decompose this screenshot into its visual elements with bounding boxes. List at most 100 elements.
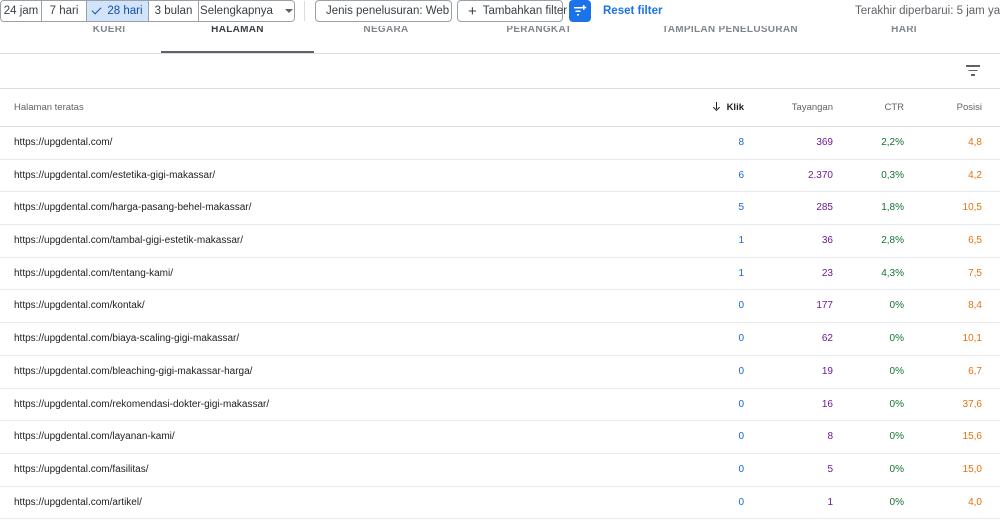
- filter-add-button[interactable]: [569, 0, 591, 22]
- position-cell: 10,5: [962, 202, 982, 214]
- more-ranges-dropdown[interactable]: Selengkapnya: [199, 1, 294, 21]
- clicks-cell: 6: [738, 169, 744, 181]
- page-url-cell: https://upgdental.com/harga-pasang-behel…: [14, 202, 252, 214]
- ctr-cell: 0%: [889, 333, 904, 345]
- header-top-pages: Halaman teratas: [14, 102, 84, 113]
- page-url-cell: https://upgdental.com/artikel/: [14, 496, 142, 508]
- pages-table: Halaman teratas Klik Tayangan CTR Posisi…: [0, 89, 1000, 520]
- table-row[interactable]: https://upgdental.com/layanan-kami/0 8 0% 1…: [0, 421, 1000, 454]
- position-cell: 4,0: [968, 496, 982, 508]
- table-row[interactable]: https://upgdental.com/biaya-scaling-gigi…: [0, 323, 1000, 356]
- table-row[interactable]: https://upgdental.com/tentang-kami/1 23 4,…: [0, 258, 1000, 291]
- position-cell: 15,6: [962, 431, 982, 443]
- add-filter-button[interactable]: + Tambahkan filter: [457, 0, 567, 22]
- tab-pages[interactable]: HALAMAN: [161, 26, 314, 36]
- impressions-cell: 23: [821, 267, 833, 279]
- page-url-cell: https://upgdental.com/layanan-kami/: [14, 431, 175, 443]
- page-url-cell: https://upgdental.com/tambal-gigi-esteti…: [14, 235, 243, 247]
- date-range-7d-button[interactable]: 7 hari: [42, 1, 87, 21]
- position-cell: 6,7: [968, 365, 982, 377]
- ctr-cell: 2,2%: [881, 137, 904, 148]
- table-row[interactable]: https://upgdental.com/fasilitas/0 5 0% 15,0: [0, 454, 1000, 487]
- table-row[interactable]: https://upgdental.com/rekomendasi-dokter…: [0, 389, 1000, 422]
- impressions-cell: 285: [816, 202, 833, 214]
- impressions-cell: 62: [821, 333, 833, 345]
- ctr-cell: 0%: [889, 431, 904, 443]
- header-impressions[interactable]: Tayangan: [792, 102, 833, 113]
- clicks-cell: 0: [738, 496, 744, 508]
- impressions-cell: 2.370: [807, 169, 833, 181]
- last-updated-text: Terakhir diperbarui: 5 jam yang la: [855, 5, 1000, 17]
- table-row[interactable]: https://upgdental.com/bleaching-gigi-mak…: [0, 356, 1000, 389]
- ctr-cell: 0%: [889, 365, 904, 377]
- ctr-cell: 0%: [889, 300, 904, 312]
- impressions-cell: 1: [827, 496, 833, 508]
- ctr-cell: 4,3%: [881, 267, 904, 279]
- table-body: https://upgdental.com/8 369 2,2% 4,8 https:/…: [0, 127, 1000, 520]
- clicks-cell: 5: [738, 202, 744, 214]
- header-position[interactable]: Posisi: [957, 102, 982, 113]
- check-icon: [91, 4, 102, 15]
- page-url-cell: https://upgdental.com/tentang-kami/: [14, 267, 173, 279]
- ctr-cell: 0%: [889, 398, 904, 410]
- page-url-cell: https://upgdental.com/estetika-gigi-maka…: [14, 169, 216, 181]
- ctr-cell: 2,8%: [881, 235, 904, 247]
- date-range-28d-button[interactable]: 28 hari: [87, 1, 149, 21]
- table-row[interactable]: https://upgdental.com/8 369 2,2% 4,8: [0, 127, 1000, 160]
- tab-countries[interactable]: NEGARA: [320, 26, 452, 36]
- clicks-cell: 0: [738, 463, 744, 475]
- chevron-down-icon: [284, 9, 293, 13]
- table-row[interactable]: https://upgdental.com/artikel/0 1 0% 4,0: [0, 487, 1000, 520]
- header-clicks[interactable]: Klik: [713, 102, 744, 113]
- position-cell: 4,8: [968, 137, 982, 148]
- header-ctr[interactable]: CTR: [884, 102, 904, 113]
- clicks-cell: 1: [738, 267, 744, 279]
- position-cell: 37,6: [962, 398, 982, 410]
- filter-bar: 24 jam 7 hari 28 hari 3 bulan Selengkapn…: [0, 0, 1000, 26]
- position-cell: 7,5: [968, 267, 982, 279]
- impressions-cell: 369: [816, 137, 833, 148]
- page-url-cell: https://upgdental.com/biaya-scaling-gigi…: [14, 333, 240, 345]
- reset-filter-link[interactable]: Reset filter: [603, 5, 662, 17]
- clicks-cell: 0: [738, 300, 744, 312]
- page-url-cell: https://upgdental.com/kontak/: [14, 300, 145, 312]
- table-row[interactable]: https://upgdental.com/kontak/0 177 0% 8,4: [0, 290, 1000, 324]
- date-range-3m-button[interactable]: 3 bulan: [149, 1, 199, 21]
- tab-devices[interactable]: PERANGKAT: [460, 26, 618, 36]
- tab-queries[interactable]: KUERI: [60, 26, 158, 36]
- page-url-cell: https://upgdental.com/rekomendasi-dokter…: [14, 398, 270, 410]
- page-url-cell: https://upgdental.com/fasilitas/: [14, 463, 149, 475]
- report-tabs: KUERI HALAMAN NEGARA PERANGKAT TAMPILAN …: [0, 26, 1000, 54]
- table-header: Halaman teratas Klik Tayangan CTR Posisi: [0, 89, 1000, 127]
- impressions-cell: 16: [821, 398, 833, 410]
- filter-add-icon: [574, 5, 587, 16]
- arrow-down-icon: [713, 102, 721, 111]
- plus-icon: +: [468, 2, 477, 20]
- impressions-cell: 177: [816, 300, 833, 312]
- date-range-24h-button[interactable]: 24 jam: [1, 1, 42, 21]
- table-row[interactable]: https://upgdental.com/tambal-gigi-esteti…: [0, 225, 1000, 258]
- active-tab-indicator: [161, 51, 314, 53]
- tab-days[interactable]: HARI: [850, 26, 958, 36]
- clicks-cell: 8: [738, 137, 744, 148]
- ctr-cell: 0%: [889, 463, 904, 475]
- position-cell: 6,5: [968, 235, 982, 247]
- clicks-cell: 0: [738, 365, 744, 377]
- filter-list-icon[interactable]: [966, 64, 980, 76]
- divider: [304, 1, 305, 21]
- position-cell: 15,0: [962, 463, 982, 475]
- position-cell: 8,4: [968, 300, 982, 312]
- clicks-cell: 0: [738, 398, 744, 410]
- ctr-cell: 1,8%: [881, 202, 904, 214]
- impressions-cell: 36: [821, 235, 833, 247]
- table-row[interactable]: https://upgdental.com/harga-pasang-behel…: [0, 192, 1000, 226]
- impressions-cell: 5: [827, 463, 833, 475]
- ctr-cell: 0%: [889, 496, 904, 508]
- table-row[interactable]: https://upgdental.com/estetika-gigi-maka…: [0, 160, 1000, 193]
- tab-search-appearance[interactable]: TAMPILAN PENELUSURAN: [630, 26, 830, 36]
- search-type-dropdown[interactable]: Jenis penelusuran: Web: [315, 0, 470, 22]
- clicks-cell: 0: [738, 431, 744, 443]
- page-url-cell: https://upgdental.com/bleaching-gigi-mak…: [14, 365, 253, 377]
- clicks-cell: 1: [738, 235, 744, 247]
- position-cell: 4,2: [968, 169, 982, 181]
